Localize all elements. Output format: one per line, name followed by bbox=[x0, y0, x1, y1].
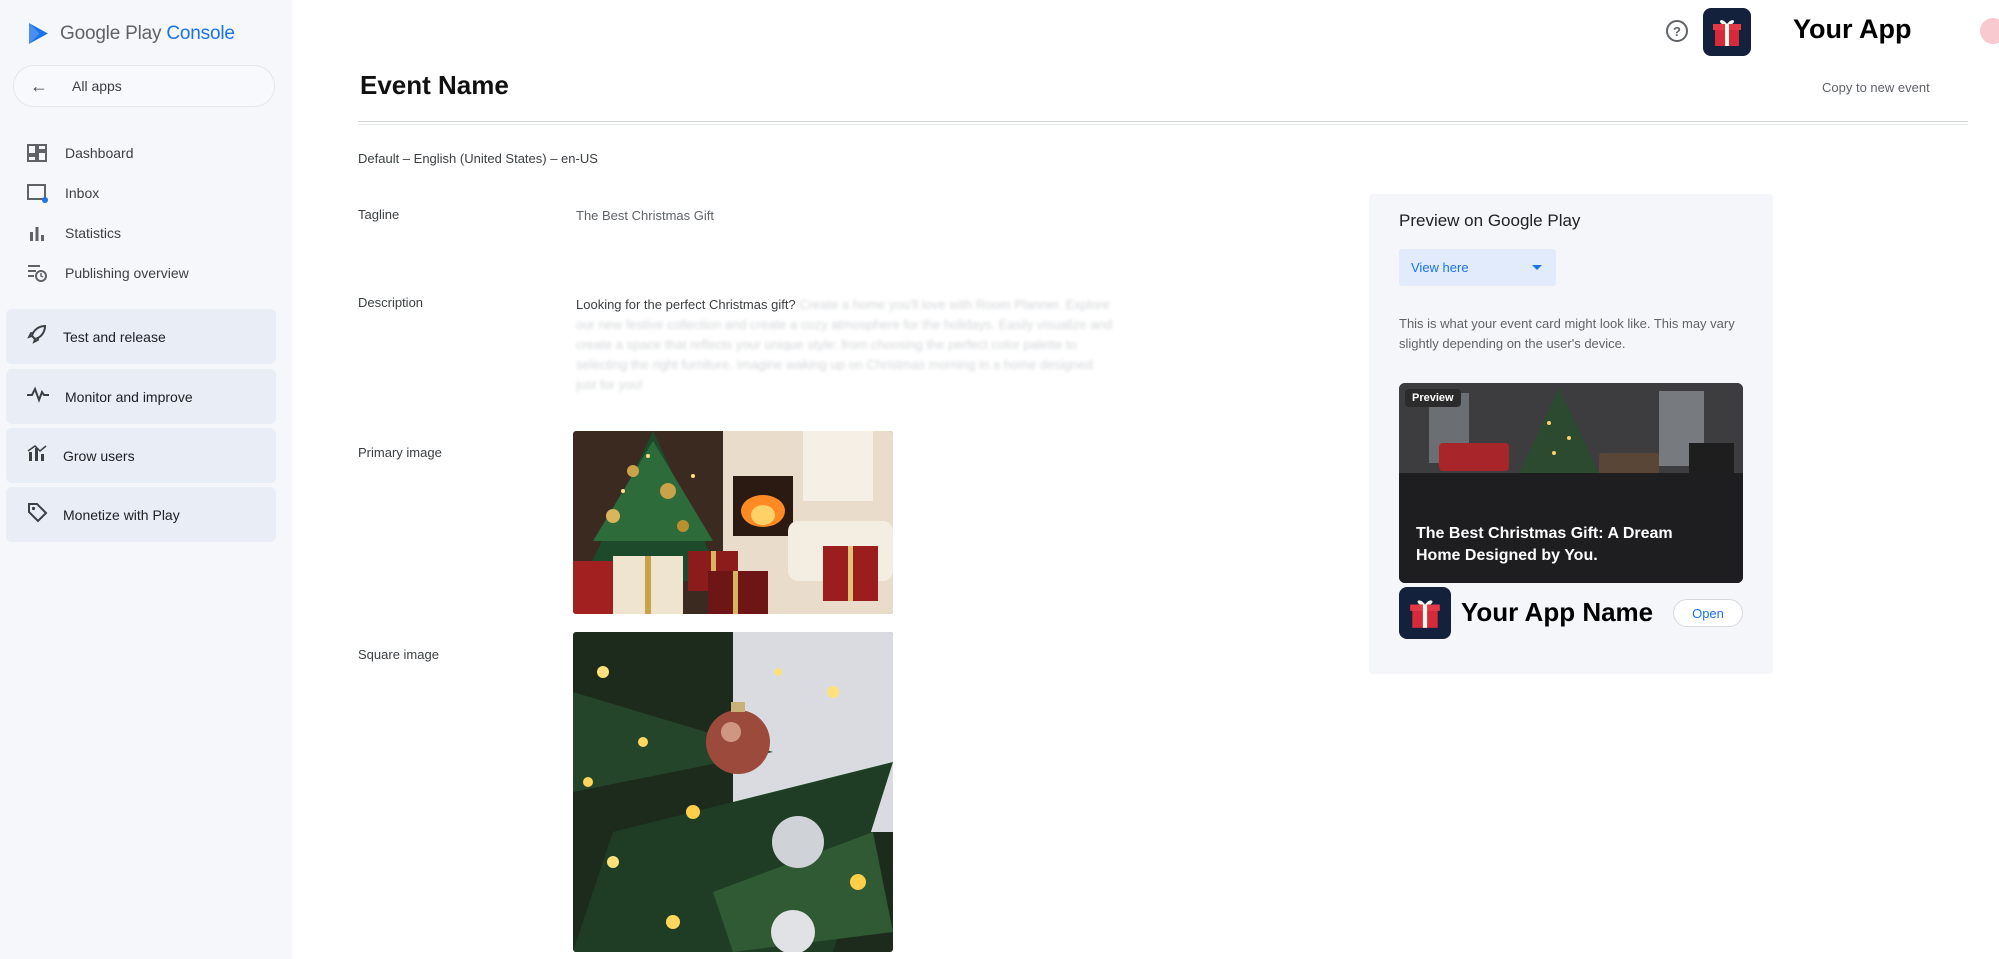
preview-chip: Preview bbox=[1405, 389, 1461, 407]
all-apps-button[interactable]: ← All apps bbox=[13, 65, 275, 107]
play-logo-icon bbox=[29, 23, 48, 44]
view-here-dropdown[interactable]: View here bbox=[1399, 249, 1556, 286]
description-label: Description bbox=[358, 295, 424, 310]
sidebar-group-test-and-release[interactable]: Test and release bbox=[6, 309, 276, 364]
help-icon[interactable]: ? bbox=[1666, 20, 1688, 42]
square-image-label: Square image bbox=[358, 647, 439, 662]
app-title: Your App bbox=[1793, 14, 1912, 44]
square-image[interactable] bbox=[573, 632, 893, 952]
tagline-label: Tagline bbox=[358, 207, 400, 222]
gift-icon bbox=[1410, 600, 1440, 628]
sidebar-group-grow-users[interactable]: Grow users bbox=[6, 428, 276, 483]
dropdown-caret-icon bbox=[1532, 265, 1542, 270]
sidebar: Google Play Console ← All apps Dashboard… bbox=[0, 0, 292, 959]
preview-panel: Preview on Google Play View here This is… bbox=[1369, 194, 1773, 674]
header-divider bbox=[358, 121, 1968, 125]
view-here-label: View here bbox=[1411, 260, 1469, 275]
play-console-page: Google Play Console ← All apps Dashboard… bbox=[0, 0, 1999, 959]
tagline-value: The Best Christmas Gift bbox=[576, 208, 714, 223]
pulse-icon bbox=[26, 385, 50, 408]
christmas-tree-living-room-image bbox=[573, 431, 893, 614]
app-icon[interactable] bbox=[1703, 8, 1751, 56]
description-value: Looking for the perfect Christmas gift? … bbox=[576, 295, 1116, 395]
tag-icon bbox=[26, 501, 48, 528]
account-avatar[interactable] bbox=[1980, 18, 1999, 44]
inbox-icon bbox=[24, 183, 50, 203]
sidebar-group-monitor-and-improve[interactable]: Monitor and improve bbox=[6, 369, 276, 424]
sidebar-item-dashboard[interactable]: Dashboard bbox=[24, 139, 134, 167]
christmas-ornaments-image bbox=[573, 632, 893, 952]
sidebar-item-publishing-overview[interactable]: Publishing overview bbox=[24, 259, 189, 287]
primary-image[interactable] bbox=[573, 431, 893, 614]
locale-label: Default – English (United States) – en-U… bbox=[358, 151, 598, 166]
sidebar-group-monetize-with-play[interactable]: Monetize with Play bbox=[6, 487, 276, 542]
rocket-icon bbox=[26, 323, 48, 350]
sidebar-item-statistics[interactable]: Statistics bbox=[24, 219, 121, 247]
sidebar-item-inbox[interactable]: Inbox bbox=[24, 179, 99, 207]
copy-to-new-event-link[interactable]: Copy to new event bbox=[1822, 80, 1930, 95]
preview-note: This is what your event card might look … bbox=[1399, 316, 1735, 351]
preview-title: Preview on Google Play bbox=[1399, 211, 1581, 230]
preview-app-name: Your App Name bbox=[1461, 597, 1654, 627]
event-card-preview: Preview The Best Christmas Gift: A Dream… bbox=[1399, 383, 1743, 583]
google-play-console-logo[interactable]: Google Play Console bbox=[26, 21, 235, 46]
bar-chart-icon bbox=[24, 223, 50, 243]
page-title: Event Name bbox=[360, 70, 509, 100]
app-icon-small bbox=[1399, 587, 1451, 639]
all-apps-label: All apps bbox=[72, 78, 122, 94]
primary-image-label: Primary image bbox=[358, 445, 442, 460]
grow-icon bbox=[26, 443, 48, 468]
description-lead: Looking for the perfect Christmas gift? bbox=[576, 297, 796, 312]
gift-icon bbox=[1713, 20, 1741, 46]
open-button[interactable]: Open bbox=[1673, 599, 1743, 627]
dashboard-icon bbox=[24, 143, 50, 163]
logo-text: Google Play Console bbox=[60, 22, 235, 44]
back-arrow-icon: ← bbox=[30, 75, 48, 96]
publishing-icon bbox=[24, 263, 50, 283]
event-card-headline: The Best Christmas Gift: A Dream Home De… bbox=[1416, 525, 1673, 564]
